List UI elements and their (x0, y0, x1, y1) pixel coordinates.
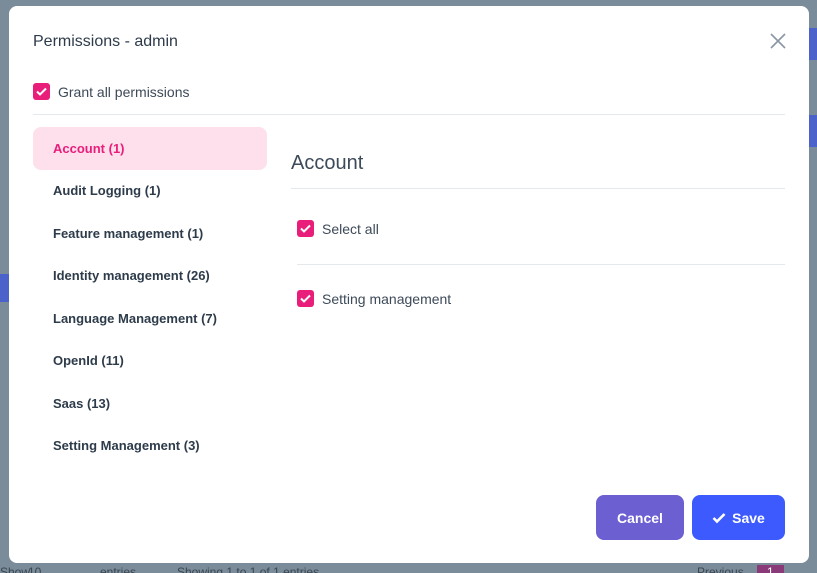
grant-all-label: Grant all permissions (58, 83, 190, 100)
cancel-button[interactable]: Cancel (596, 495, 684, 540)
background-action-button (0, 274, 9, 302)
divider (291, 188, 785, 189)
divider (297, 264, 785, 265)
save-label: Save (732, 509, 765, 526)
group-account[interactable]: Account (1) (33, 127, 267, 170)
footer-entries: entries (100, 565, 137, 573)
close-icon[interactable] (769, 32, 787, 50)
footer-page: 1 (757, 565, 784, 573)
footer-previous: Previous (697, 565, 744, 573)
checkbox-checked-icon[interactable] (297, 290, 314, 307)
footer-showing: Showing 1 to 1 of 1 entries (177, 565, 320, 573)
select-all-checkbox[interactable]: Select all (297, 220, 379, 237)
permission-setting-management-checkbox[interactable]: Setting management (297, 290, 451, 307)
group-identity-management[interactable]: Identity management (26) (33, 255, 267, 298)
permission-label: Setting management (322, 290, 452, 307)
group-saas[interactable]: Saas (13) (33, 382, 267, 425)
select-all-label: Select all (322, 220, 379, 237)
modal-title: Permissions - admin (33, 33, 178, 50)
group-openid[interactable]: OpenId (11) (33, 340, 267, 383)
check-icon (712, 512, 726, 523)
group-language-management[interactable]: Language Management (7) (33, 297, 267, 340)
footer-count: 10 (28, 565, 42, 573)
save-button[interactable]: Save (692, 495, 785, 540)
group-audit-logging[interactable]: Audit Logging (1) (33, 170, 267, 213)
permissions-modal: Permissions - admin Grant all permission… (9, 6, 809, 563)
checkbox-checked-icon[interactable] (33, 83, 50, 100)
background-footer: Show 10 entries Showing 1 to 1 of 1 entr… (0, 563, 817, 573)
cancel-label: Cancel (617, 509, 663, 526)
section-title: Account (291, 152, 364, 174)
checkbox-checked-icon[interactable] (297, 220, 314, 237)
group-feature-management[interactable]: Feature management (1) (33, 212, 267, 255)
grant-all-checkbox[interactable]: Grant all permissions (33, 83, 190, 100)
permission-group-list: Account (1) Audit Logging (1) Feature ma… (33, 127, 267, 467)
footer-show: Show (0, 565, 31, 573)
group-setting-management[interactable]: Setting Management (3) (33, 425, 267, 468)
divider (33, 114, 785, 115)
